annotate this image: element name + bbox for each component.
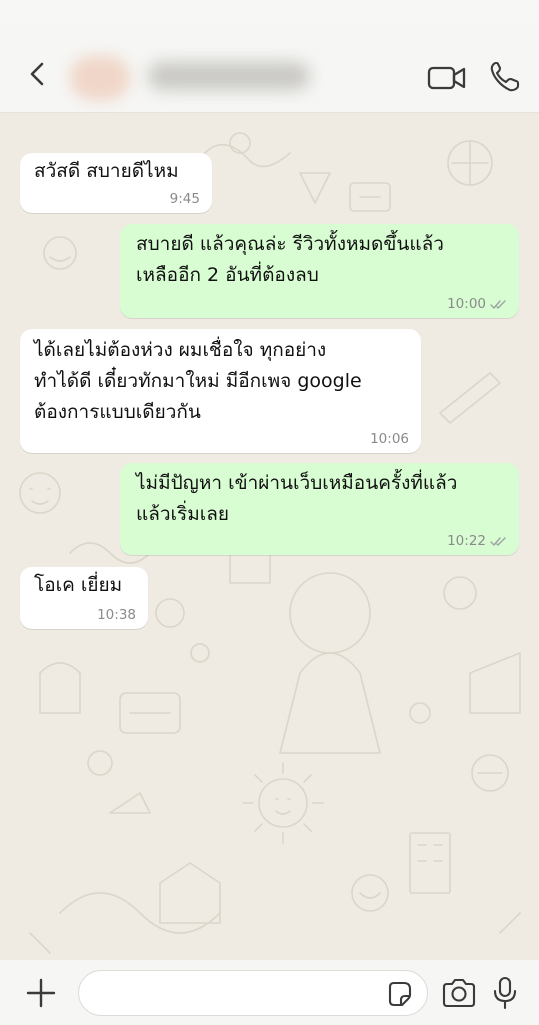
sticker-icon[interactable]	[385, 980, 413, 1008]
message-text: ทำได้ดี เดี๋ยวทักมาใหม่ มีอีกเพจ google	[34, 370, 362, 392]
message-text: แล้วเริ่มเลย	[136, 503, 230, 525]
message-bubble-incoming[interactable]: โอเค เยี่ยม 10:38	[20, 567, 148, 629]
message-text: ได้เลยไม่ต้องห่วง ผมเชื่อใจ ทุกอย่าง	[34, 339, 327, 361]
message-timestamp: 9:45	[169, 191, 200, 207]
status-bar-area	[0, 0, 539, 26]
message-text: สวัสดี สบายดีไหม	[34, 160, 179, 182]
contact-name-blurred[interactable]	[148, 62, 310, 90]
phone-icon[interactable]	[488, 60, 522, 94]
message-timestamp: 10:22	[447, 533, 507, 549]
video-call-icon[interactable]	[427, 64, 467, 92]
double-check-icon	[490, 299, 506, 309]
message-text: ไม่มีปัญหา เข้าผ่านเว็บเหมือนครั้งที่แล้…	[136, 472, 458, 494]
chat-area[interactable]: สวัสดี สบายดีไหม 9:45 สบายดี แล้วคุณล่ะ …	[0, 113, 539, 960]
message-text: ต้องการแบบเดียวกัน	[34, 401, 201, 423]
double-check-icon	[490, 536, 506, 546]
contact-avatar[interactable]	[70, 56, 130, 100]
message-text: สบายดี แล้วคุณล่ะ รีวิวทั้งหมดขึ้นแล้ว	[136, 233, 444, 255]
message-timestamp: 10:38	[97, 607, 136, 623]
message-timestamp: 10:06	[370, 431, 409, 447]
message-input-bar	[0, 960, 539, 1025]
microphone-icon[interactable]	[492, 976, 518, 1010]
message-bubble-incoming[interactable]: สวัสดี สบายดีไหม 9:45	[20, 153, 212, 213]
chevron-left-icon[interactable]	[24, 60, 52, 88]
camera-icon[interactable]	[441, 978, 477, 1008]
plus-icon[interactable]	[24, 976, 58, 1010]
message-bubble-outgoing[interactable]: ไม่มีปัญหา เข้าผ่านเว็บเหมือนครั้งที่แล้…	[120, 463, 519, 555]
message-bubble-incoming[interactable]: ได้เลยไม่ต้องห่วง ผมเชื่อใจ ทุกอย่าง ทำไ…	[20, 329, 421, 453]
message-timestamp: 10:00	[447, 296, 507, 312]
message-field[interactable]	[78, 970, 428, 1016]
message-input[interactable]	[95, 979, 379, 1009]
message-text: โอเค เยี่ยม	[34, 574, 123, 596]
message-bubble-outgoing[interactable]: สบายดี แล้วคุณล่ะ รีวิวทั้งหมดขึ้นแล้ว เ…	[120, 224, 519, 318]
chat-header	[0, 26, 539, 113]
message-text: เหลืออีก 2 อันที่ต้องลบ	[136, 264, 319, 286]
